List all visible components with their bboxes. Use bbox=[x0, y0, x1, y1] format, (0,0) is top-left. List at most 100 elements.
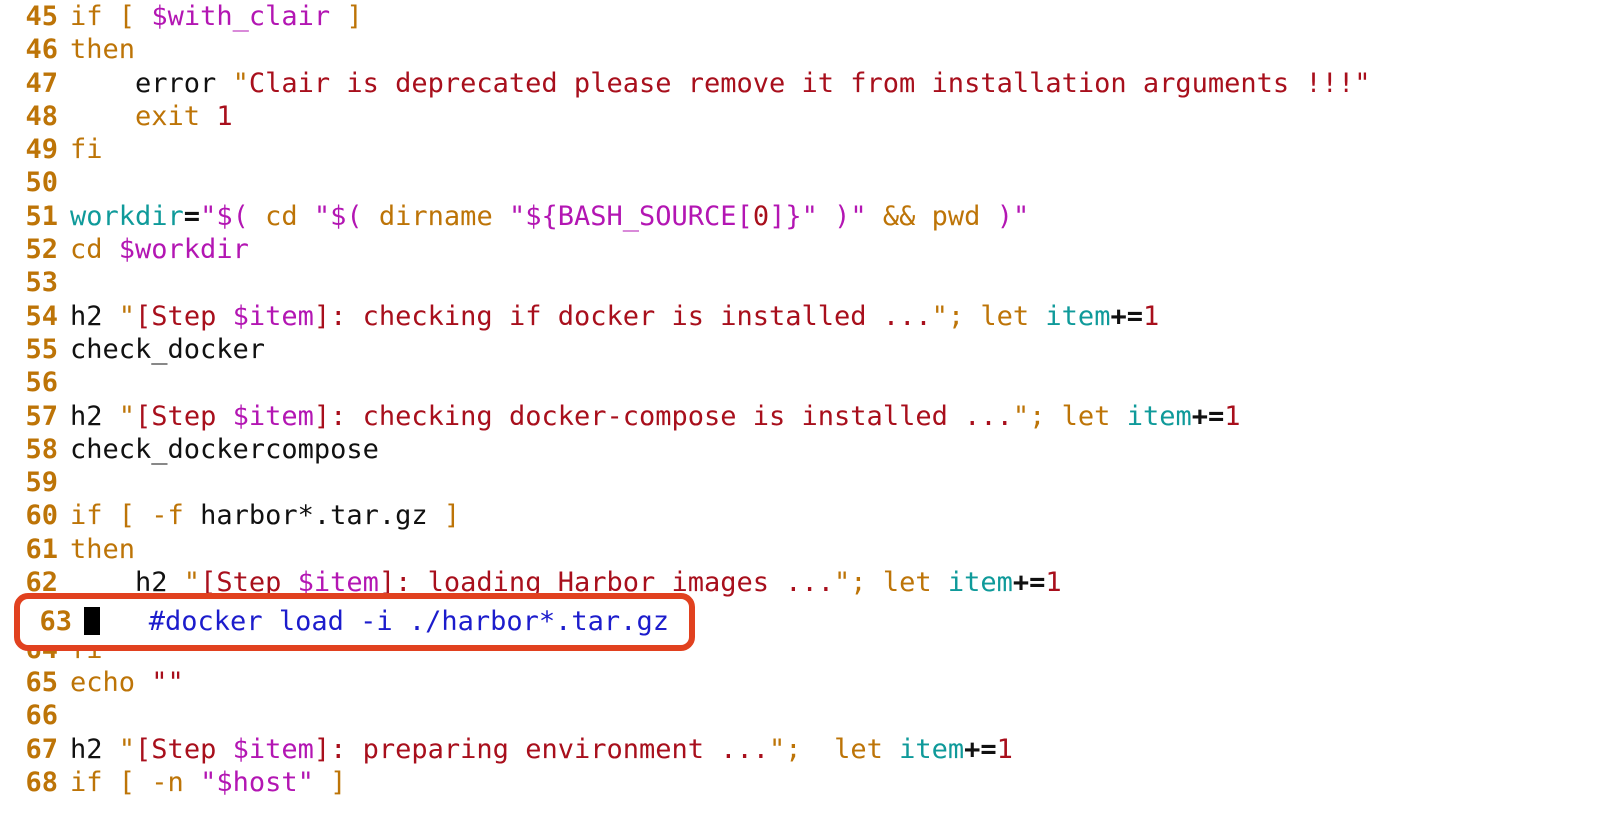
code-line[interactable]: 68 if [ -n "$host" ] bbox=[0, 766, 1612, 799]
code-token: check_docker bbox=[70, 333, 266, 365]
code-token: then bbox=[70, 533, 136, 565]
code-token: echo bbox=[70, 666, 136, 698]
line-source[interactable]: h2 "[Step $item]: checking docker-compos… bbox=[70, 400, 1241, 433]
line-number: 51 bbox=[25, 200, 58, 232]
code-token: ]: checking docker-compose is installed … bbox=[313, 400, 1013, 432]
code-token: ]: checking if docker is installed ... bbox=[313, 300, 932, 332]
line-source[interactable]: workdir="$( cd "$( dirname "${BASH_SOURC… bbox=[70, 200, 1029, 233]
code-token: && pwd bbox=[882, 200, 981, 232]
code-line[interactable]: 54 h2 "[Step $item]: checking if docker i… bbox=[0, 300, 1612, 333]
line-source[interactable]: if [ -f harbor*.tar.gz ] bbox=[70, 499, 460, 532]
annotation-highlight-line-content: 63 #docker load -i ./harbor*.tar.gz bbox=[14, 593, 695, 651]
code-token: let bbox=[1061, 400, 1111, 432]
code-lines-container[interactable]: 45 if [ $with_clair ] 46 then 47 error "Clai… bbox=[0, 0, 1612, 799]
line-number: 59 bbox=[25, 467, 58, 499]
code-line[interactable]: 59 bbox=[0, 466, 1612, 499]
line-number: 57 bbox=[25, 400, 58, 432]
line-source[interactable]: check_docker bbox=[70, 333, 265, 366]
line-number: 66 bbox=[25, 700, 58, 732]
line-source[interactable]: echo "" bbox=[70, 666, 184, 699]
code-line[interactable]: 47 error "Clair is deprecated please rem… bbox=[0, 67, 1612, 100]
code-line[interactable]: 58 check_dockercompose bbox=[0, 433, 1612, 466]
code-token: fi bbox=[70, 134, 103, 166]
code-token: if bbox=[70, 500, 103, 532]
code-token: += bbox=[1191, 400, 1225, 432]
code-token: let bbox=[834, 733, 883, 765]
code-line[interactable]: 52 cd $workdir bbox=[0, 233, 1612, 266]
line-number: 49 bbox=[25, 134, 58, 166]
code-line[interactable]: 49 fi bbox=[0, 133, 1612, 166]
code-token: += bbox=[1012, 567, 1046, 599]
code-token: "; bbox=[1012, 400, 1046, 432]
code-token: item bbox=[947, 567, 1013, 599]
code-line[interactable]: 63 #docker load -i ./harbor*.tar.gz bbox=[14, 605, 669, 638]
code-token: let bbox=[882, 567, 932, 599]
code-token: $item bbox=[232, 733, 314, 765]
code-line[interactable]: 66 bbox=[0, 699, 1612, 732]
code-line[interactable]: 46 then bbox=[0, 33, 1612, 66]
code-line[interactable]: 50 bbox=[0, 166, 1612, 199]
line-number: 63 bbox=[39, 606, 72, 638]
code-token: $workdir bbox=[118, 234, 249, 266]
line-number: 68 bbox=[25, 766, 58, 798]
code-token: ]}" bbox=[769, 200, 818, 232]
code-line[interactable]: 45 if [ $with_clair ] bbox=[0, 0, 1612, 33]
code-line[interactable]: 61 then bbox=[0, 533, 1612, 566]
code-token: if bbox=[70, 766, 103, 798]
line-number: 61 bbox=[25, 533, 58, 565]
code-line[interactable]: 51 workdir="$( cd "$( dirname "${BASH_SOU… bbox=[0, 200, 1612, 233]
line-number: 53 bbox=[25, 267, 58, 299]
code-token: 1 bbox=[1045, 567, 1062, 599]
line-source[interactable]: h2 "[Step $item]: preparing environment … bbox=[70, 733, 1013, 766]
code-token: item bbox=[899, 733, 965, 765]
code-token: dirname bbox=[378, 200, 493, 232]
code-token: "; bbox=[834, 567, 867, 599]
code-line[interactable]: 56 bbox=[0, 366, 1612, 399]
line-source[interactable]: fi bbox=[70, 133, 103, 166]
line-source[interactable]: then bbox=[70, 533, 135, 566]
code-token: $item bbox=[232, 300, 314, 332]
code-token: " bbox=[118, 400, 136, 432]
code-token: #docker load -i ./harbor*.tar.gz bbox=[148, 606, 669, 638]
code-line[interactable]: 48 exit 1 bbox=[0, 100, 1612, 133]
code-token: workdir bbox=[70, 200, 184, 232]
code-line[interactable]: 67 h2 "[Step $item]: preparing environmen… bbox=[0, 733, 1612, 766]
line-source[interactable]: #docker load -i ./harbor*.tar.gz bbox=[84, 605, 669, 638]
line-source[interactable]: if [ $with_clair ] bbox=[70, 0, 363, 33]
line-number: 45 bbox=[25, 1, 58, 32]
line-number: 48 bbox=[25, 100, 58, 132]
code-line[interactable]: 55 check_docker bbox=[0, 333, 1612, 366]
code-line[interactable]: 60 if [ -f harbor*.tar.gz ] bbox=[0, 499, 1612, 532]
code-line[interactable]: 65 echo "" bbox=[0, 666, 1612, 699]
line-number: 50 bbox=[25, 167, 58, 199]
line-source[interactable]: if [ -n "$host" ] bbox=[70, 766, 346, 799]
code-token: then bbox=[70, 34, 136, 66]
line-source[interactable]: error "Clair is deprecated please remove… bbox=[70, 67, 1370, 100]
line-source[interactable]: exit 1 bbox=[70, 100, 233, 133]
code-token: h2 bbox=[70, 733, 119, 765]
code-token: [Step bbox=[135, 400, 233, 432]
line-number: 52 bbox=[25, 234, 58, 266]
code-line[interactable]: 57 h2 "[Step $item]: checking docker-comp… bbox=[0, 400, 1612, 433]
code-editor-viewport[interactable]: 45 if [ $with_clair ] 46 then 47 error "Clai… bbox=[0, 0, 1612, 840]
line-source[interactable]: cd $workdir bbox=[70, 233, 249, 266]
line-source[interactable]: then bbox=[70, 33, 135, 66]
line-source[interactable]: check_dockercompose bbox=[70, 433, 379, 466]
line-number: 58 bbox=[25, 433, 58, 465]
code-line[interactable]: 53 bbox=[0, 266, 1612, 299]
line-source[interactable]: h2 "[Step $item]: checking if docker is … bbox=[70, 300, 1159, 333]
code-token: 0 bbox=[752, 200, 770, 232]
